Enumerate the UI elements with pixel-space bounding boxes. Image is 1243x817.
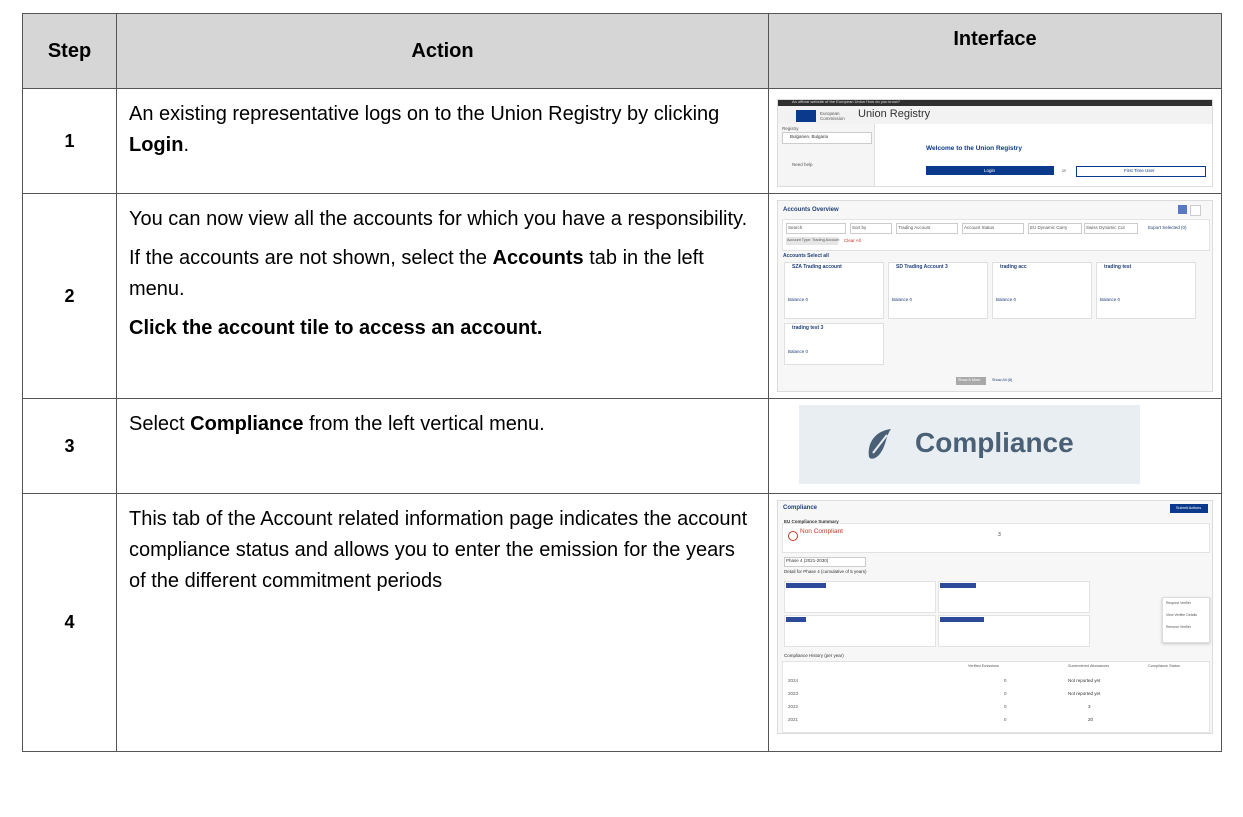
history-year: 2023 (788, 691, 799, 696)
menu-item[interactable]: Remove Verifier (1166, 625, 1191, 629)
header-interface: Interface (768, 13, 1222, 89)
action-text: This tab of the Account related informat… (129, 508, 748, 592)
summary-heading: EU Compliance Summary (784, 519, 839, 524)
history-year: 2021 (788, 717, 799, 722)
action-text: You can now view all the accounts for wh… (129, 208, 748, 230)
action-text: If the accounts are not shown, select th… (129, 247, 493, 269)
header-action: Action (116, 13, 769, 89)
status-text: Non Compliant (800, 528, 843, 535)
compliance-label: Compliance (915, 427, 1074, 458)
step-interface: Compliance Submit Actions EU Compliance … (768, 493, 1222, 752)
step-action: An existing representative logs on to th… (116, 88, 769, 194)
step-number: 3 (22, 398, 117, 494)
step-row-3: 3 Select Compliance from the left vertic… (22, 398, 1222, 494)
header-row: Step Action Interface (22, 13, 1222, 89)
overview-title: Accounts Overview (783, 207, 839, 213)
compliance-screenshot: Compliance Submit Actions EU Compliance … (777, 500, 1213, 734)
procedure-table: Step Action Interface 1 An existing repr… (22, 13, 1222, 752)
action-bold: Login (129, 134, 184, 156)
step-interface: An official website of the European Unio… (768, 88, 1222, 194)
non-compliant-icon (788, 531, 798, 541)
welcome-heading: Welcome to the Union Registry (926, 145, 1022, 152)
history-heading: Compliance History (per year) (784, 653, 844, 658)
status-value: 3 (998, 532, 1001, 538)
menu-item[interactable]: Request Verifier (1166, 601, 1191, 605)
clear-all-link[interactable]: Clear All (844, 238, 861, 243)
grid-view-icon[interactable] (1178, 205, 1187, 214)
action-text: . (183, 134, 189, 156)
step-action: This tab of the Account related informat… (116, 493, 769, 752)
compliance-icon (868, 429, 891, 459)
step-interface: Compliance (768, 398, 1222, 494)
step-interface: Accounts Overview Search Sort by Trading… (768, 193, 1222, 399)
step-action: You can now view all the accounts for wh… (116, 193, 769, 399)
action-text: from the left vertical menu. (303, 413, 545, 435)
login-screenshot: An official website of the European Unio… (777, 99, 1213, 187)
compliance-menu-item[interactable]: Compliance (799, 405, 1140, 484)
accounts-overview-screenshot: Accounts Overview Search Sort by Trading… (777, 200, 1213, 392)
official-banner: An official website of the European Unio… (792, 99, 900, 104)
accounts-label: Accounts Select all (783, 253, 829, 259)
history-year: 2024 (788, 678, 799, 683)
need-help-link[interactable]: Need help (792, 162, 813, 167)
details-heading: Detail for Phase 4 (cumulative of 5 year… (784, 569, 867, 574)
list-view-icon[interactable] (1190, 205, 1201, 216)
account-tile[interactable] (1096, 262, 1196, 319)
step-number: 2 (22, 193, 117, 399)
show-all-link[interactable]: Show All (8) (992, 378, 1012, 382)
action-bold: Click the account tile to access an acco… (129, 317, 543, 339)
registry-title: Union Registry (858, 108, 931, 120)
action-bold: Compliance (190, 413, 304, 435)
step-row-2: 2 You can now view all the accounts for … (22, 193, 1222, 399)
eu-flag-icon (796, 110, 816, 122)
step-number: 4 (22, 493, 117, 752)
action-bold: Accounts (492, 247, 584, 269)
registry-label: Registry (782, 126, 799, 131)
header-step: Step (22, 13, 117, 89)
action-text: Select (129, 413, 191, 435)
history-year: 2022 (788, 704, 799, 709)
export-button[interactable]: Export Selected (0) (1148, 225, 1187, 230)
logo-text: European Commission (820, 111, 845, 121)
menu-item[interactable]: View Verifier Details (1166, 613, 1197, 617)
compliance-title: Compliance (783, 505, 818, 511)
action-text: An existing representative logs on to th… (129, 103, 720, 125)
step-row-1: 1 An existing representative logs on to … (22, 88, 1222, 194)
step-row-4: 4 This tab of the Account related inform… (22, 493, 1222, 752)
history-table (782, 661, 1210, 733)
step-number: 1 (22, 88, 117, 194)
account-tile[interactable] (888, 262, 988, 319)
account-tile[interactable] (992, 262, 1092, 319)
account-tile[interactable] (784, 262, 884, 319)
step-action: Select Compliance from the left vertical… (116, 398, 769, 494)
